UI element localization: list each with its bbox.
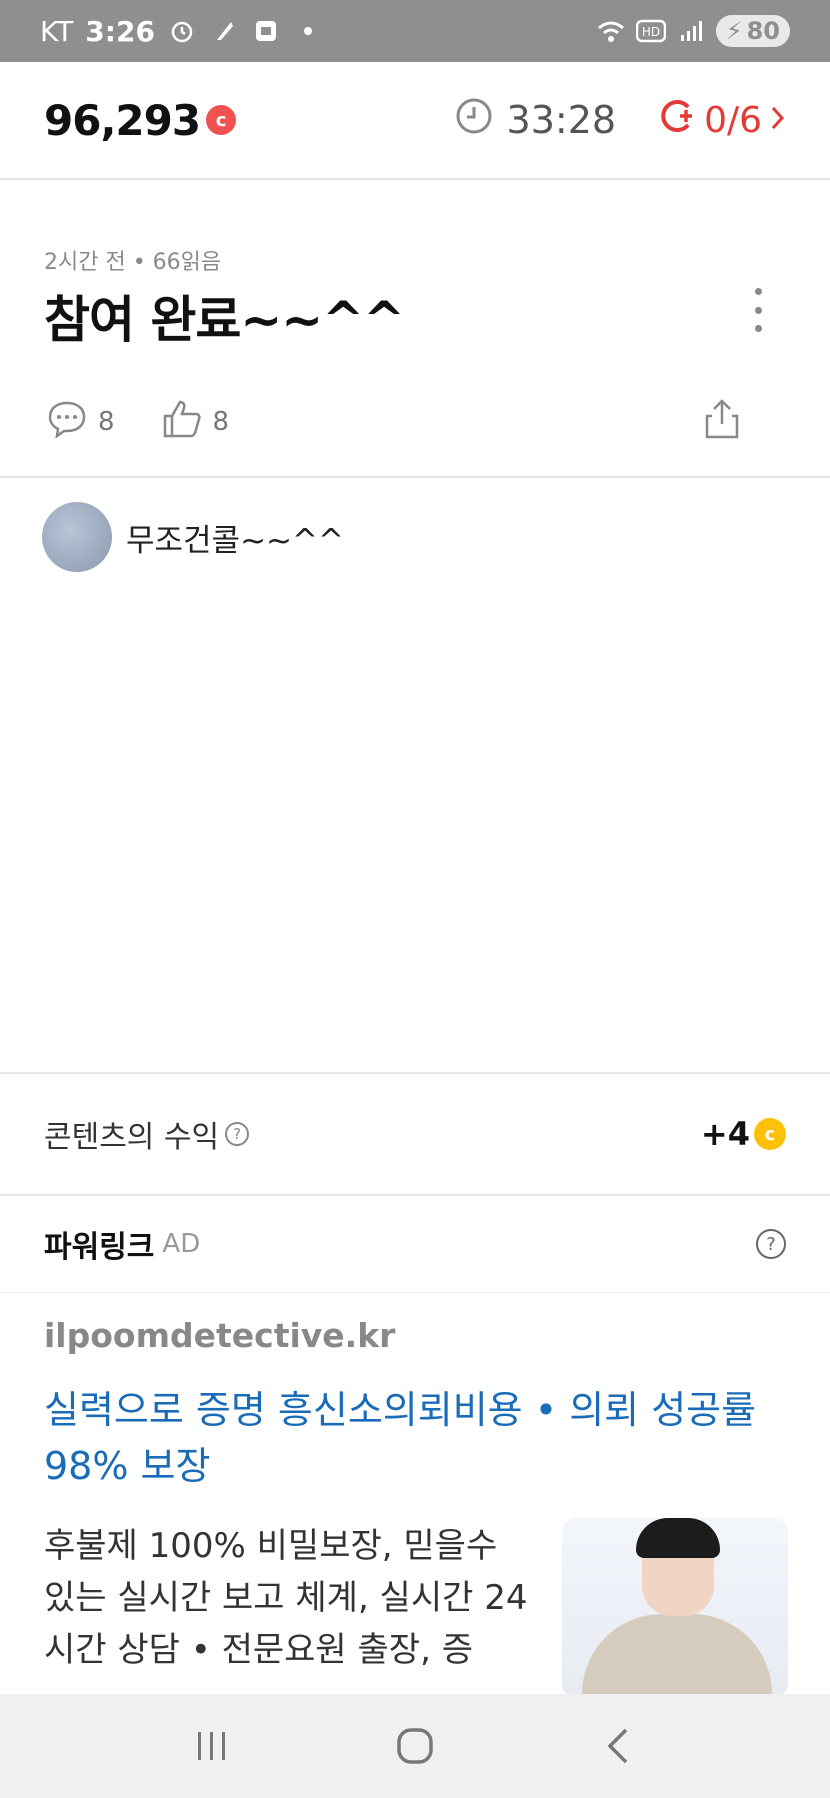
svg-text:HD: HD (642, 25, 660, 39)
revenue-amount: +4 (700, 1115, 750, 1153)
more-dot-icon (754, 325, 762, 332)
points-balance: 96,293 (44, 95, 201, 145)
timer-value: 33:28 (506, 98, 617, 142)
comment-text: 무조건콜~~^^ (126, 522, 344, 559)
back-icon (607, 1728, 628, 1764)
share-icon (704, 398, 740, 447)
carrier-label: KT (40, 14, 74, 48)
charging-icon: ⚡ (725, 17, 743, 45)
like-button[interactable]: 8 (161, 398, 230, 447)
person-body (582, 1614, 772, 1698)
coin-icon: c (754, 1118, 786, 1150)
status-bar: KT 3:26 HD ⚡ 80 (0, 0, 830, 62)
app-notification-icon (251, 16, 281, 46)
signal-icon (676, 16, 706, 46)
power-link-title: 파워링크 (44, 1230, 155, 1265)
status-time: 3:26 (85, 14, 155, 48)
battery-indicator: ⚡ 80 (715, 15, 790, 47)
share-button[interactable] (704, 398, 740, 447)
home-button[interactable] (385, 1716, 445, 1776)
comment-count: 8 (98, 407, 115, 437)
recent-apps-icon (197, 1732, 225, 1760)
avatar[interactable] (42, 502, 112, 572)
comment-item[interactable]: 무조건콜~~^^ (42, 502, 344, 572)
help-icon[interactable]: ? (756, 1229, 786, 1259)
power-link-header: 파워링크 AD ? (0, 1196, 830, 1292)
question-icon[interactable]: ? (225, 1122, 250, 1146)
status-right: HD ⚡ 80 (596, 15, 790, 47)
recent-apps-button[interactable] (182, 1716, 242, 1776)
mission-progress-button[interactable]: 0/6 (658, 97, 786, 144)
thumbs-up-icon (161, 398, 203, 447)
wifi-icon (596, 16, 626, 46)
divider (0, 476, 830, 478)
reading-timer: 33:28 (455, 97, 617, 144)
post-meta: 2시간 전 • 66읽음 (44, 250, 222, 275)
like-count: 8 (212, 407, 230, 437)
comment-button[interactable]: 8 (46, 398, 115, 447)
ad-domain[interactable]: ilpoomdetective.kr (44, 1316, 395, 1355)
ad-thumbnail[interactable] (562, 1518, 788, 1698)
ad-badge: AD (162, 1229, 201, 1259)
top-bar: 96,293 c 33:28 0/6 (0, 62, 830, 180)
divider (0, 1292, 830, 1293)
alarm-icon (167, 16, 197, 46)
more-dot-icon (754, 288, 762, 295)
more-options-button[interactable] (746, 288, 770, 332)
hd-call-icon: HD (635, 16, 666, 46)
revenue-value: +4 c (701, 1115, 786, 1153)
dot-icon (293, 16, 323, 46)
comment-bubble-icon (46, 398, 88, 447)
status-left: KT 3:26 (40, 15, 323, 48)
ad-description: 후불제 100% 비밀보장, 믿을수 있는 실시간 보고 체계, 실시간 24시… (44, 1526, 528, 1670)
coin-plus-icon (658, 97, 696, 144)
content-revenue-row: 콘텐츠의 수익 ? +4 c (0, 1074, 830, 1194)
more-dot-icon (754, 306, 762, 314)
post-title: 참여 완료~~^^ (44, 291, 405, 349)
back-button[interactable] (588, 1716, 648, 1776)
system-nav-bar (0, 1694, 830, 1798)
chevron-right-icon (770, 100, 786, 141)
ad-headline-link[interactable]: 실력으로 증명 흥신소의뢰비용 • 의뢰 성공률 98% 보장 (44, 1382, 784, 1494)
person-hair (636, 1518, 720, 1558)
post-actions: 8 8 (46, 396, 786, 448)
mission-count: 0/6 (704, 99, 762, 141)
clock-icon (455, 97, 493, 144)
feather-icon (209, 16, 239, 46)
home-icon (397, 1728, 433, 1764)
coin-icon: c (206, 105, 237, 135)
revenue-label: 콘텐츠의 수익 (44, 1120, 220, 1155)
battery-level: 80 (746, 17, 780, 45)
